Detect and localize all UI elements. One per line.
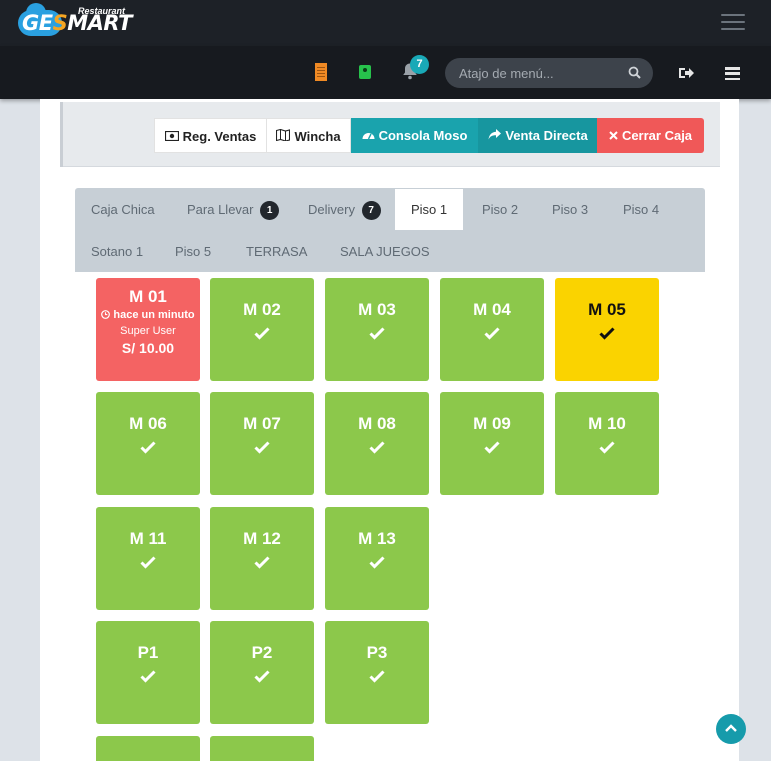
check-icon [599,327,615,340]
table-name: M 05 [588,300,626,319]
tab-terrasa[interactable]: TERRASA [246,231,307,272]
check-icon [484,327,500,340]
table-name: M 13 [358,529,396,548]
clock-icon [101,310,111,319]
reg-ventas-button[interactable]: Reg. Ventas [154,118,267,153]
table-amount: S/ 10.00 [121,340,175,356]
check-icon [140,441,156,454]
logo-tagline: Restaurant [78,6,126,16]
check-icon [254,327,270,340]
table-name: M 11 [129,529,167,548]
table-card-m01[interactable]: M 01 hace un minuto Super User S/ 10.00 [96,278,200,381]
check-icon [369,556,385,569]
notification-badge: 7 [410,55,429,74]
check-icon [369,327,385,340]
building-icon[interactable] [312,63,330,81]
table-name: P3 [366,643,388,662]
table-name: M 08 [358,414,396,433]
header-bar [0,46,771,99]
table-card-m03[interactable]: M 03 [325,278,429,381]
app-logo[interactable]: GESMART Restaurant [18,3,132,40]
table-name: M 04 [473,300,511,319]
table-card-m13[interactable]: M 13 [325,507,429,610]
map-icon [276,119,291,154]
tab-para-llevar[interactable]: Para Llevar 1 [187,189,280,230]
search-icon[interactable] [628,66,641,79]
logout-icon[interactable] [678,66,694,80]
tab-count-badge: 7 [361,201,381,220]
table-name: M 03 [358,300,396,319]
table-card-m09[interactable]: M 09 [440,392,544,495]
table-name: M 09 [473,414,511,433]
table-card-p1[interactable]: P1 [96,621,200,724]
table-card-m05[interactable]: M 05 [555,278,659,381]
menu-search [445,58,653,88]
table-name: M 01 [129,287,167,306]
table-card-m06[interactable]: M 06 [96,392,200,495]
search-input[interactable] [459,63,619,83]
check-icon [369,670,385,683]
table-name: P1 [137,643,159,662]
table-card-p3[interactable]: P3 [325,621,429,724]
check-icon [254,556,270,569]
table-card-m10[interactable]: M 10 [555,392,659,495]
table-name: M 02 [243,300,281,319]
table-card-m04[interactable]: M 04 [440,278,544,381]
tab-piso-5[interactable]: Piso 5 [175,231,211,272]
share-icon [488,118,502,153]
top-bar: GESMART Restaurant [0,0,771,46]
table-user: Super User [120,325,176,337]
table-name: M 06 [129,414,167,433]
tab-piso-3[interactable]: Piso 3 [552,189,588,230]
chevron-up-icon [725,724,737,732]
tab-piso-2[interactable]: Piso 2 [482,189,518,230]
cerrar-caja-button[interactable]: Cerrar Caja [597,118,704,153]
tab-sotano-1[interactable]: Sotano 1 [91,231,143,272]
check-icon [140,556,156,569]
table-name: P2 [251,643,273,662]
close-icon [609,118,618,153]
table-card-m12[interactable]: M 12 [210,507,314,610]
table-elapsed-time: hace un minuto [96,309,200,321]
check-icon [254,441,270,454]
table-card-m08[interactable]: M 08 [325,392,429,495]
tab-piso-1[interactable]: Piso 1 [395,189,464,230]
dashboard-icon [362,118,375,153]
back-to-top-button[interactable] [716,714,746,744]
tab-caja-chica[interactable]: Caja Chica [91,189,155,230]
table-card-m11[interactable]: M 11 [96,507,200,610]
check-icon [599,441,615,454]
table-card-m02[interactable]: M 02 [210,278,314,381]
table-card-partial[interactable] [96,736,200,761]
table-card-partial[interactable] [210,736,314,761]
tab-sala-juegos[interactable]: SALA JUEGOS [340,231,430,272]
venta-directa-button[interactable]: Venta Directa [478,118,598,153]
table-name: M 12 [243,529,281,548]
table-name: M 07 [243,414,281,433]
check-icon [484,441,500,454]
check-icon [369,441,385,454]
tab-count-badge: 1 [260,201,280,220]
wincha-button[interactable]: Wincha [266,118,351,153]
money-icon [164,119,179,154]
contact-icon[interactable] [356,63,374,81]
sidebar-toggle-icon[interactable] [721,14,745,30]
tab-piso-4[interactable]: Piso 4 [623,189,659,230]
table-name: M 10 [588,414,626,433]
tab-delivery[interactable]: Delivery 7 [308,189,381,230]
consola-moso-button[interactable]: Consola Moso [351,118,478,153]
table-card-m07[interactable]: M 07 [210,392,314,495]
check-icon [140,670,156,683]
menu-icon[interactable] [725,67,740,80]
check-icon [254,670,270,683]
table-card-p2[interactable]: P2 [210,621,314,724]
